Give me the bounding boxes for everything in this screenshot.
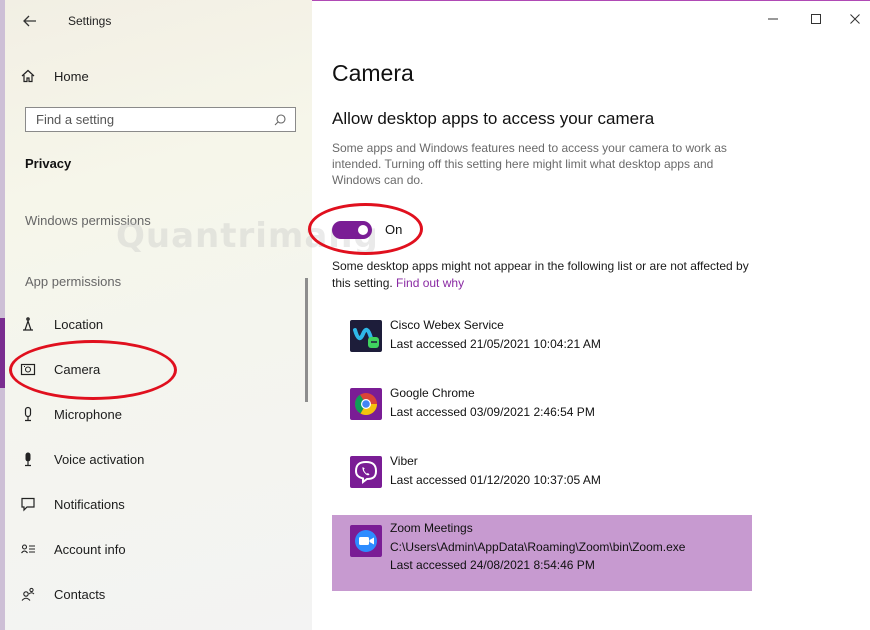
note-text: Some desktop apps might not appear in th… <box>332 259 749 290</box>
sidebar: Settings Home Privacy Windows permission… <box>0 0 312 630</box>
search-input[interactable] <box>26 108 266 131</box>
sidebar-item-camera[interactable]: Camera <box>18 354 100 384</box>
app-last-accessed: Last accessed 01/12/2020 10:37:05 AM <box>390 473 601 487</box>
toggle-knob <box>358 225 368 235</box>
sidebar-item-label: Location <box>54 316 104 332</box>
search-icon[interactable] <box>273 113 287 127</box>
notifications-icon <box>18 494 38 514</box>
zoom-icon <box>350 525 382 557</box>
app-last-accessed: Last accessed 21/05/2021 10:04:21 AM <box>390 337 601 351</box>
sidebar-item-label: Voice activation <box>54 451 145 467</box>
microphone-icon <box>18 404 38 424</box>
back-arrow-icon[interactable] <box>20 10 40 32</box>
app-last-accessed: Last accessed 24/08/2021 8:54:46 PM <box>390 558 595 572</box>
minimize-icon <box>767 12 779 30</box>
sidebar-item-label: Notifications <box>54 496 125 512</box>
home-icon <box>18 66 38 86</box>
maximize-icon <box>810 12 822 30</box>
page-title: Camera <box>332 60 414 86</box>
sidebar-item-label: Camera <box>54 361 101 377</box>
sidebar-item-location[interactable]: Location <box>18 309 103 339</box>
sidebar-scrollbar[interactable] <box>305 278 308 402</box>
sidebar-item-contacts[interactable]: Contacts <box>18 579 105 609</box>
sidebar-item-microphone[interactable]: Microphone <box>18 399 122 429</box>
app-name: Zoom Meetings <box>390 521 473 535</box>
app-last-accessed: Last accessed 03/09/2021 2:46:54 PM <box>390 405 595 419</box>
app-title: Settings <box>68 14 112 28</box>
app-name: Google Chrome <box>390 386 475 400</box>
title-bar: Settings <box>0 0 312 44</box>
sidebar-item-label: Contacts <box>54 586 106 602</box>
app-row-zoom-meetings[interactable]: Zoom Meetings C:\Users\Admin\AppData\Roa… <box>332 515 752 591</box>
cisco-webex-icon <box>350 320 382 352</box>
app-row-cisco-webex[interactable]: Cisco Webex Service Last accessed 21/05/… <box>332 312 752 362</box>
find-out-why-link[interactable]: Find out why <box>396 276 464 290</box>
app-row-viber[interactable]: Viber Last accessed 01/12/2020 10:37:05 … <box>332 448 752 498</box>
sidebar-item-label: Microphone <box>54 406 122 422</box>
contacts-icon <box>18 584 38 604</box>
sidebar-item-voice-activation[interactable]: Voice activation <box>18 444 144 474</box>
camera-access-toggle[interactable] <box>332 221 372 239</box>
sidebar-item-account-info[interactable]: Account info <box>18 534 126 564</box>
toggle-state-label: On <box>385 222 403 237</box>
account-info-icon <box>18 539 38 559</box>
google-chrome-icon <box>350 388 382 420</box>
section-description: Some apps and Windows features need to a… <box>332 141 727 187</box>
minimize-button[interactable] <box>758 8 788 34</box>
section-heading: Allow desktop apps to access your camera <box>332 109 655 128</box>
app-name: Viber <box>390 454 418 468</box>
sidebar-item-notifications[interactable]: Notifications <box>18 489 125 519</box>
section-label-windows-permissions: Windows permissions <box>25 213 151 228</box>
app-row-google-chrome[interactable]: Google Chrome Last accessed 03/09/2021 2… <box>332 380 752 430</box>
camera-icon <box>18 359 38 379</box>
voice-activation-icon <box>18 449 38 469</box>
maximize-button[interactable] <box>801 8 831 34</box>
sidebar-item-label: Home <box>54 68 89 84</box>
section-title-privacy: Privacy <box>25 156 72 171</box>
search-box <box>25 107 296 132</box>
viber-icon <box>350 456 382 488</box>
sidebar-selection-accent <box>0 318 5 388</box>
sidebar-left-edge <box>0 0 5 630</box>
location-icon <box>18 314 38 334</box>
close-button[interactable] <box>840 8 870 34</box>
section-label-app-permissions: App permissions <box>25 274 122 289</box>
close-icon <box>849 12 861 30</box>
app-path: C:\Users\Admin\AppData\Roaming\Zoom\bin\… <box>390 540 686 554</box>
app-name: Cisco Webex Service <box>390 318 504 332</box>
apps-list-note: Some desktop apps might not appear in th… <box>332 258 752 292</box>
sidebar-item-label: Account info <box>54 541 126 557</box>
sidebar-item-home[interactable]: Home <box>18 61 89 91</box>
settings-window: Settings Home Privacy Windows permission… <box>0 0 870 630</box>
